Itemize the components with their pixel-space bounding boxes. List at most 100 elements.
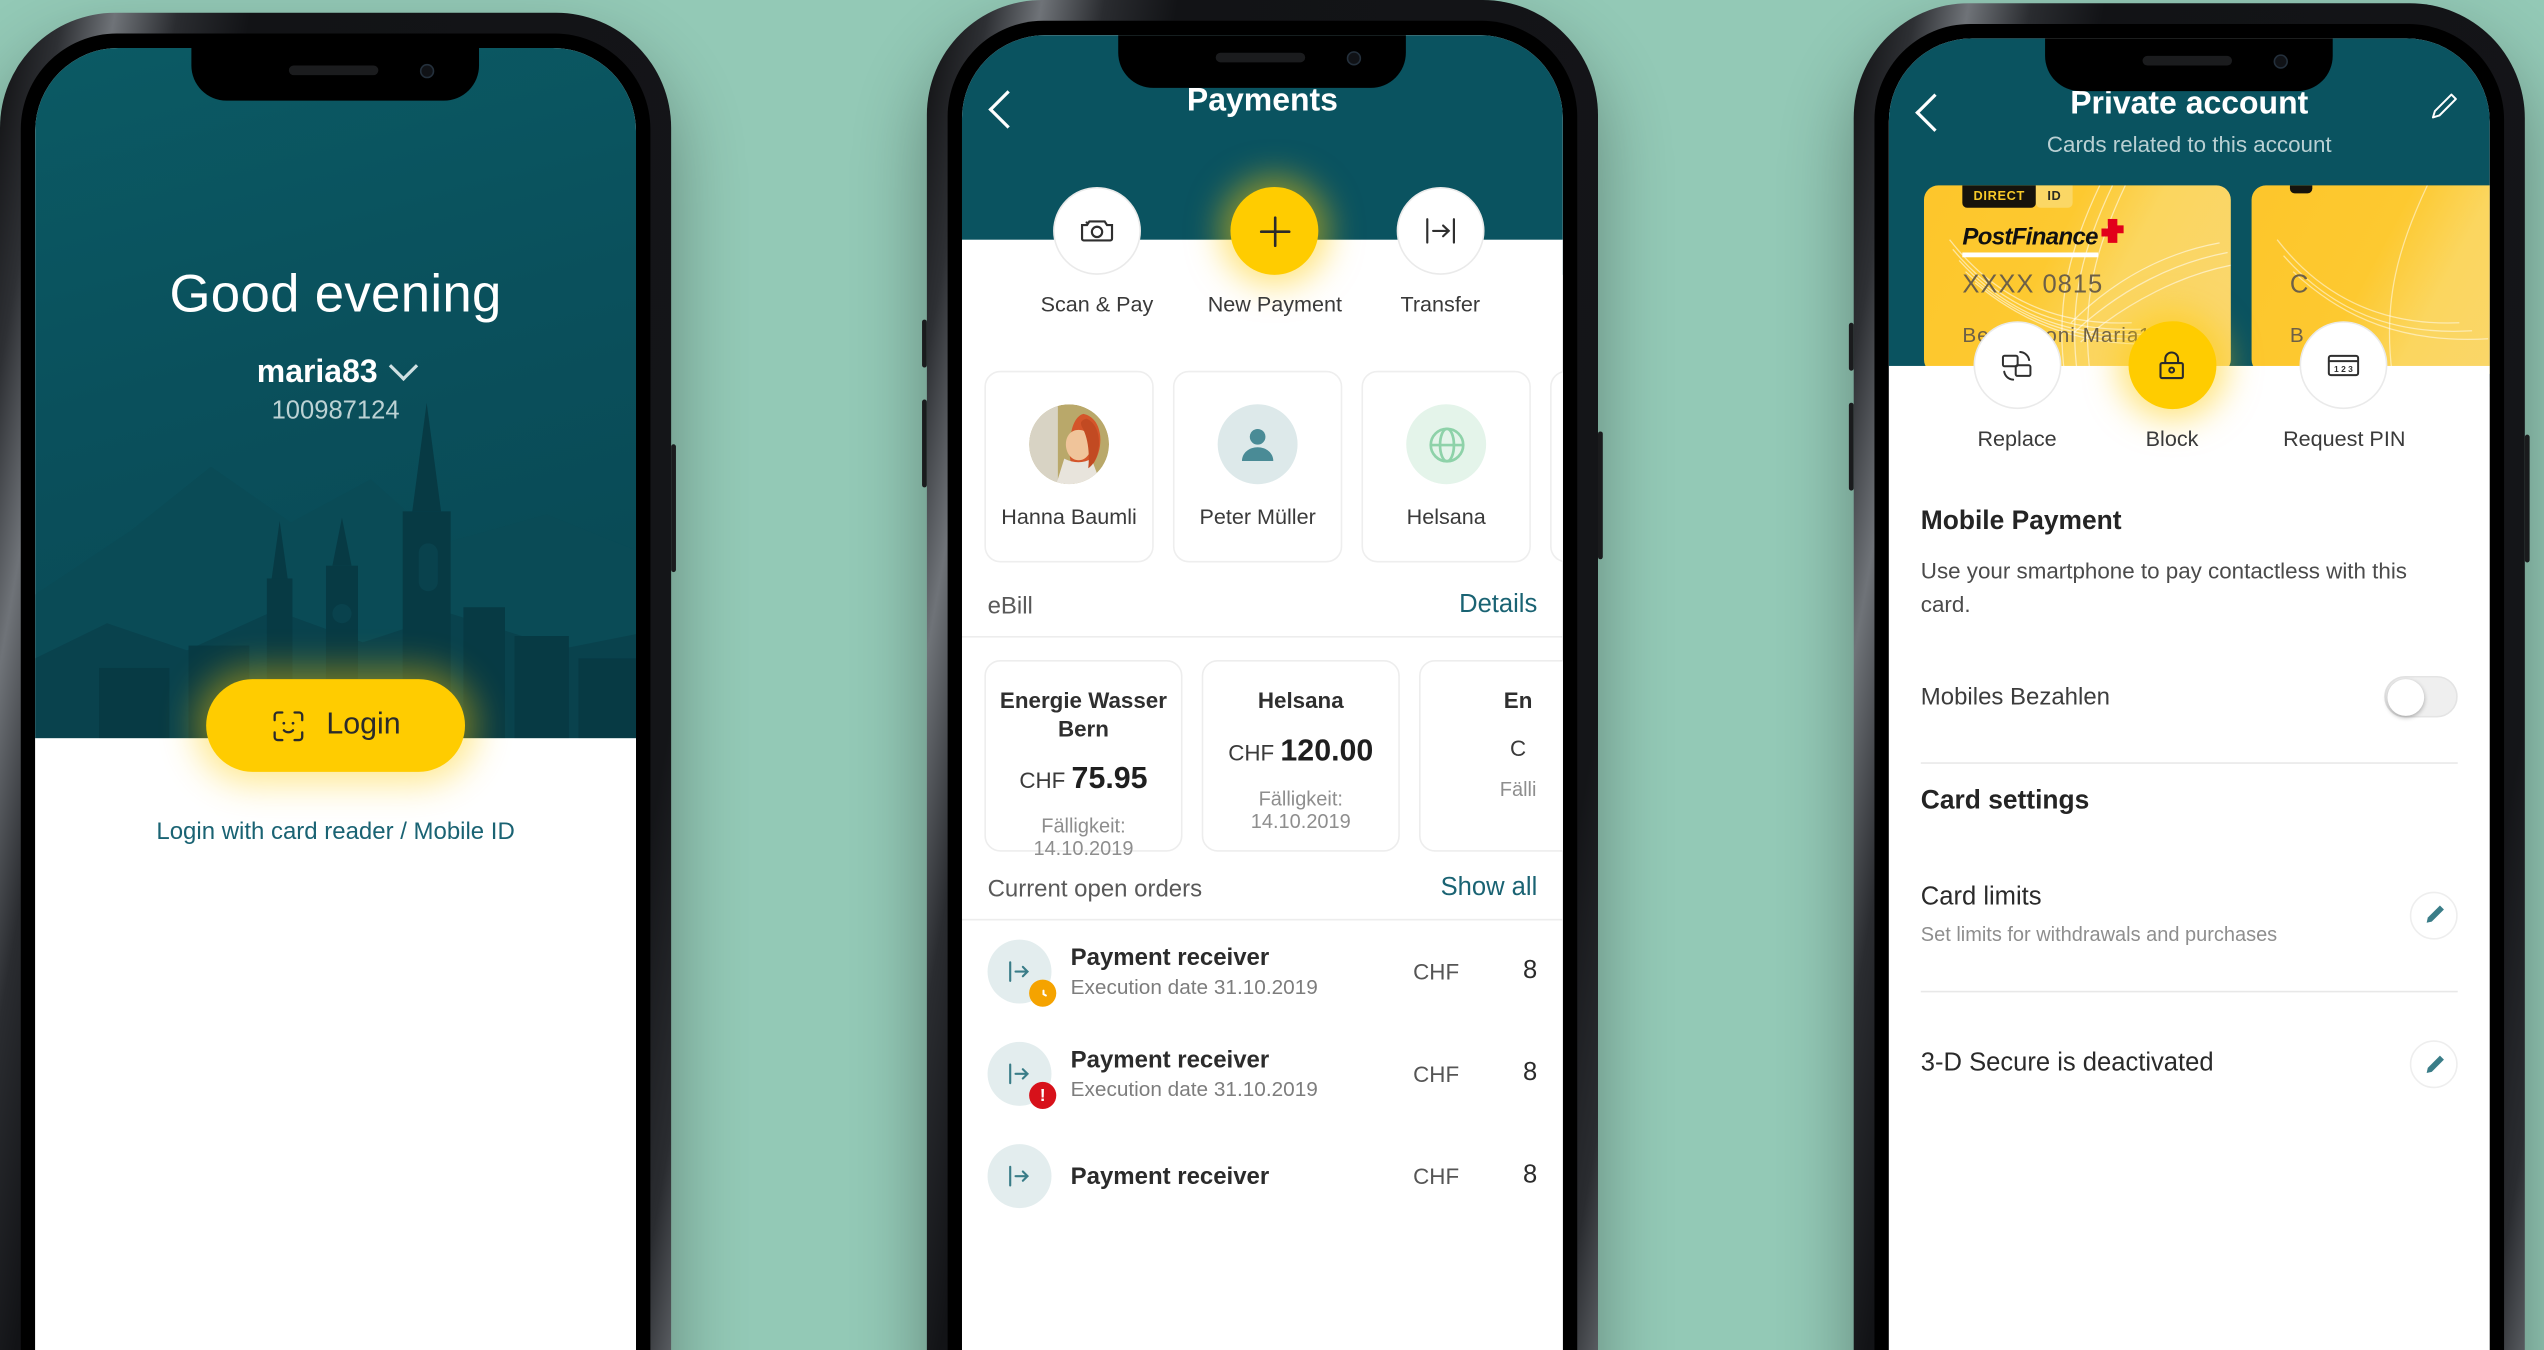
setting-title: 3-D Secure is deactivated <box>1920 1049 2214 1078</box>
order-title: Payment receiver <box>1070 944 1270 972</box>
ebill-amount: C <box>1433 734 1562 760</box>
ebill-card[interactable]: Helsana CHF 120.00 Fälligkeit: 14.10.201… <box>1201 659 1400 852</box>
order-amount: 8 <box>1523 957 1538 985</box>
screenshot-stage: Good evening maria83 100987124 Login Log… <box>0 0 2544 1350</box>
ebill-due-date: Fälligkeit: 14.10.2019 <box>1250 787 1351 832</box>
setting-subtitle: Set limits for withdrawals and purchases <box>1920 923 2278 947</box>
contact-name: Helsana <box>1406 504 1486 529</box>
ebill-carousel[interactable]: Energie Wasser Bern CHF 75.95 Fälligkeit… <box>962 638 1563 860</box>
open-orders-show-all-link[interactable]: Show all <box>1441 874 1538 903</box>
open-orders-section: Current open orders Show all Payment rec… <box>961 874 1563 1350</box>
order-row[interactable]: ! Payment receiver Execution date 31.10.… <box>962 1023 1563 1125</box>
ebill-currency: CHF <box>1019 767 1066 793</box>
earpiece-speaker <box>2143 55 2233 66</box>
mobile-payment-section: Mobile Payment Use your smartphone to pa… <box>1920 507 2458 764</box>
phone3-screen: Private account Cards related to this ac… <box>1888 38 2490 1350</box>
ebill-value: 75.95 <box>1071 762 1148 796</box>
camera-icon-wrap <box>1053 186 1141 275</box>
lock-icon-wrap <box>2128 321 2216 410</box>
page-title: Payments <box>1186 83 1338 119</box>
contact-card[interactable]: Hanna Baumli <box>984 370 1154 563</box>
pencil-icon[interactable] <box>2409 890 2458 939</box>
open-orders-title: Current open orders <box>987 874 1203 903</box>
greeting-text: Good evening <box>169 263 502 323</box>
phone3-power <box>2524 434 2530 563</box>
setting-row-3d-secure[interactable]: 3-D Secure is deactivated <box>1920 1040 2458 1089</box>
ebill-details-link[interactable]: Details <box>1459 591 1537 620</box>
login-button[interactable]: Login <box>206 679 466 772</box>
page-title: Private account <box>2070 86 2309 122</box>
action-block-card[interactable]: Block <box>2128 321 2216 451</box>
pencil-glyph <box>2425 1054 2444 1073</box>
phone-mockup-card-details: Private account Cards related to this ac… <box>1848 3 2530 1350</box>
contact-card[interactable]: Peter Müller <box>1172 370 1343 563</box>
front-camera-icon <box>419 63 434 79</box>
phone1-bezel: Good evening maria83 100987124 Login Log… <box>20 33 651 1350</box>
login-button-label: Login <box>326 707 401 742</box>
status-badge-error: ! <box>1029 1081 1057 1110</box>
action-new-payment[interactable]: New Payment <box>1208 186 1342 316</box>
setting-row-card-limits[interactable]: Card limits Set limits for withdrawals a… <box>1921 884 2458 946</box>
phone-mockup-payments: Payments Scan & Pay New Payment Transfer… <box>922 0 1603 1350</box>
pencil-icon[interactable] <box>2427 89 2461 131</box>
action-transfer[interactable]: Transfer <box>1396 186 1485 317</box>
mobile-payment-toggle[interactable] <box>2384 675 2458 718</box>
ebill-due-date: Fälli <box>1499 777 1537 800</box>
order-row[interactable]: Payment receiver CHF 8 <box>962 1125 1563 1227</box>
card-tabs: DIRECT ID <box>1962 185 2073 208</box>
action-block-card-label: Block <box>2145 426 2199 451</box>
phone2-bezel: Payments Scan & Pay New Payment Transfer… <box>947 20 1578 1350</box>
ebill-payee: En <box>1503 687 1533 713</box>
order-subtitle: Execution date 31.10.2019 <box>1070 974 1318 999</box>
action-scan-and-pay[interactable]: Scan & Pay <box>1040 186 1154 317</box>
ebill-value: 120.00 <box>1280 734 1374 768</box>
card-details-body: Replace Block 1 2 3 Request PIN Mobile P… <box>1888 321 2490 1350</box>
phone1-power <box>671 444 676 573</box>
contact-card[interactable]: Helsana <box>1361 370 1531 563</box>
mobile-payment-description: Use your smartphone to pay contactless w… <box>1920 557 2408 617</box>
transfer-arrow-icon <box>1425 218 1455 244</box>
transfer-arrow-icon <box>1009 1063 1030 1085</box>
transfer-arrow-icon-wrap: ! <box>987 1041 1057 1110</box>
action-replace-card-label: Replace <box>1977 426 2057 451</box>
order-currency: CHF <box>1413 958 1460 985</box>
contact-card[interactable]: Jess <box>1550 370 1563 563</box>
open-orders-header: Current open orders Show all <box>961 874 1563 921</box>
phone3-notch <box>2045 38 2334 92</box>
setting-text: Card limits Set limits for withdrawals a… <box>1921 884 2277 946</box>
replace-card-icon-wrap <box>1973 321 2061 410</box>
pencil-icon[interactable] <box>2409 1040 2458 1089</box>
avatar-photo-illustration <box>1029 404 1110 485</box>
front-camera-icon <box>2272 54 2288 69</box>
transfer-arrow-icon <box>1009 961 1030 982</box>
postfinance-logo: PostFinance <box>1962 218 2124 258</box>
card-settings-section: Card settings Card limits Set limits for… <box>1920 786 2458 1089</box>
login-card-reader-link[interactable]: Login with card reader / Mobile ID <box>35 818 636 845</box>
photo-avatar <box>1029 404 1110 485</box>
transfer-arrow-icon <box>1009 1165 1030 1187</box>
plus-icon-wrap <box>1230 186 1319 275</box>
face-id-icon <box>273 710 304 741</box>
action-request-pin-label: Request PIN <box>2283 426 2406 451</box>
order-text: Payment receiver <box>1071 1163 1394 1190</box>
order-subtitle: Execution date 31.10.2019 <box>1070 1077 1318 1102</box>
action-replace-card[interactable]: Replace <box>1973 321 2061 451</box>
login-hero: Good evening maria83 100987124 <box>35 47 637 739</box>
phone2-screen: Payments Scan & Pay New Payment Transfer… <box>961 35 1563 1350</box>
order-row[interactable]: Payment receiver Execution date 31.10.20… <box>962 920 1563 1022</box>
ebill-card[interactable]: Energie Wasser Bern CHF 75.95 Fälligkeit… <box>984 659 1183 860</box>
postfinance-wordmark: PostFinance <box>1962 224 2098 258</box>
order-currency: CHF <box>1413 1163 1460 1189</box>
ebill-card[interactable]: En C Fälli <box>1419 659 1563 852</box>
action-request-pin[interactable]: 1 2 3 Request PIN <box>2283 321 2406 451</box>
ebill-payee: Helsana <box>1257 687 1344 713</box>
action-scan-and-pay-label: Scan & Pay <box>1040 292 1154 317</box>
contacts-carousel[interactable]: Hanna Baumli Peter Müller Helsana <box>984 370 1563 563</box>
replace-card-icon <box>2002 350 2032 380</box>
payment-actions: Scan & Pay New Payment Transfer <box>962 186 1563 363</box>
card-tabs <box>2289 185 2313 194</box>
order-currency: CHF <box>1413 1061 1460 1087</box>
action-transfer-label: Transfer <box>1400 292 1481 317</box>
account-switcher[interactable]: maria83 <box>35 351 636 392</box>
status-badge-pending <box>1029 979 1057 1007</box>
